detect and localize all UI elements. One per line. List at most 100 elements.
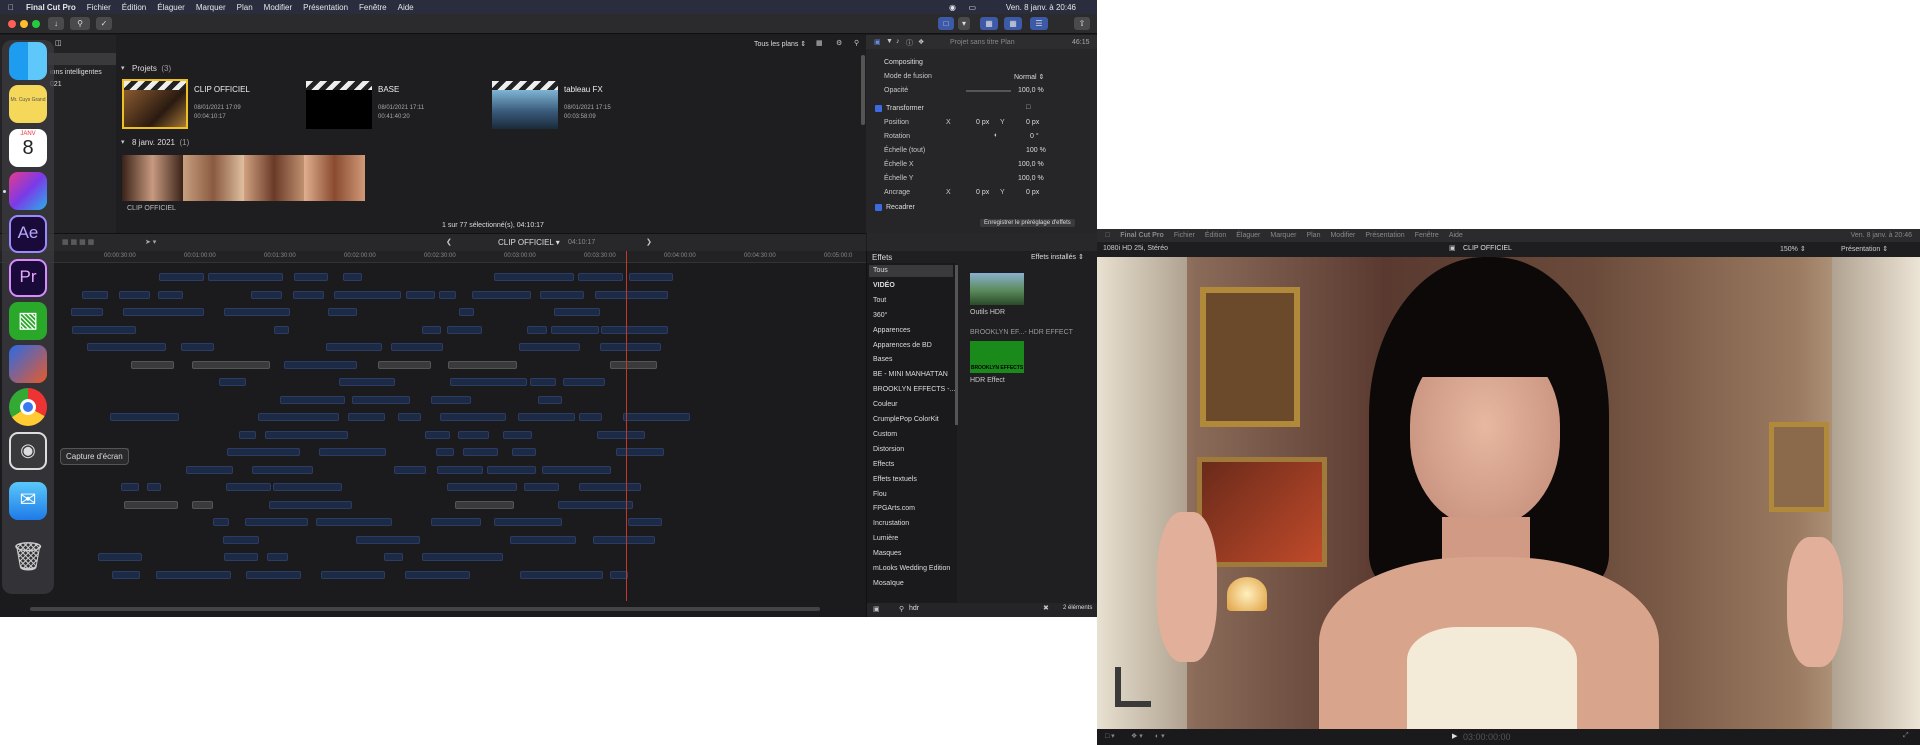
position-x-value[interactable]: 0 px [976, 119, 989, 126]
rotation-value[interactable]: 0 ° [1030, 133, 1039, 140]
timeline-clip[interactable] [279, 395, 346, 404]
sidebar-smart-collections[interactable]: ions intelligentes [50, 69, 102, 76]
menu-item-aide[interactable]: Aide [1449, 232, 1463, 239]
save-preset-button[interactable]: Enregistrer le préréglage d'effets [980, 219, 1075, 227]
effects-search-input[interactable]: hdr [909, 605, 919, 612]
timeline-clip[interactable] [319, 448, 386, 456]
scale-all-value[interactable]: 100 % [1026, 147, 1046, 154]
timeline-clip[interactable] [207, 273, 284, 281]
timeline-ruler[interactable]: 00:00:30:00 00:01:00:00 00:01:30:00 00:02:0… [0, 251, 866, 263]
timeline-clip[interactable] [284, 360, 357, 369]
menubar-clock[interactable]: Ven. 8 janv. à 20:46 [1851, 232, 1912, 239]
timeline-clip[interactable] [338, 378, 395, 386]
scale-y-value[interactable]: 100,0 % [1018, 175, 1044, 182]
timeline-clip[interactable] [458, 430, 490, 439]
timeline-clip[interactable] [191, 360, 270, 369]
crop-checkbox[interactable] [875, 204, 882, 211]
scale-x-value[interactable]: 100,0 % [1018, 161, 1044, 168]
timeline-clip[interactable] [459, 308, 474, 316]
menu-item-presentation[interactable]: Présentation [303, 3, 348, 12]
effects-installed-dropdown[interactable]: Effets installés ⇕ [1031, 253, 1084, 261]
menu-item-presentation[interactable]: Présentation [1365, 232, 1404, 239]
mail-icon[interactable]: ✉ [9, 482, 47, 520]
timeline-clip[interactable] [333, 290, 401, 299]
select-tool-icon[interactable]: ➤ ▾ [145, 238, 156, 246]
menu-item-fenetre[interactable]: Fenêtre [1415, 232, 1439, 239]
timeline-clip[interactable] [447, 483, 517, 491]
timeline-clip[interactable] [578, 413, 603, 421]
timeline-clip[interactable] [130, 360, 174, 369]
timeline-clip[interactable] [430, 395, 472, 404]
timeline-clip[interactable] [273, 325, 290, 334]
timeline-clip[interactable] [72, 325, 136, 334]
timeline-clip[interactable] [351, 395, 410, 404]
timeline-clip[interactable] [112, 570, 140, 579]
play-button[interactable]: ▶ [1452, 732, 1457, 740]
timeline-clip[interactable] [578, 273, 624, 281]
timeline-clip[interactable] [342, 273, 363, 281]
timeline-clip[interactable] [391, 343, 444, 351]
projects-disclosure-icon[interactable]: ▾ [121, 64, 125, 72]
timeline-clip[interactable] [394, 465, 427, 474]
timeline-clip[interactable] [600, 325, 668, 334]
timeline-clip[interactable] [227, 448, 301, 456]
timeline-clip[interactable] [595, 290, 668, 299]
timeline-toggle-button[interactable]: ▦ [1004, 17, 1022, 30]
effects-category-item[interactable]: Apparences de BD [873, 342, 932, 349]
timeline-clip[interactable] [519, 343, 580, 351]
timeline-clip[interactable] [97, 553, 143, 561]
blend-mode-dropdown[interactable]: Normal ⇕ [1014, 73, 1044, 81]
timeline-clip[interactable] [146, 483, 161, 491]
timeline-clip[interactable] [257, 413, 339, 421]
menu-item-edition[interactable]: Édition [122, 3, 146, 12]
opacity-slider[interactable] [966, 90, 1011, 92]
inspector-toggle-button[interactable]: ☰ [1030, 17, 1048, 30]
viewer-view-dropdown[interactable]: Présentation ⇕ [1841, 245, 1888, 253]
timeline-clip[interactable] [238, 430, 257, 439]
project-name[interactable]: BASE [378, 85, 399, 94]
project-thumbnail[interactable] [122, 79, 188, 129]
effects-category-item[interactable]: Tout [873, 297, 886, 304]
timeline-clip[interactable] [109, 413, 179, 421]
apple-icon[interactable]:  [1105, 232, 1110, 239]
timeline-clip[interactable] [439, 413, 506, 421]
effects-search-icon[interactable]: ⚲ [899, 605, 904, 613]
background-tasks-button[interactable]: ✓ [96, 17, 112, 30]
timeline-clip[interactable] [436, 465, 484, 474]
trash-icon[interactable]: 🗑 [9, 538, 47, 576]
app-rocket-icon[interactable] [9, 345, 47, 383]
timeline-clip[interactable] [158, 290, 183, 299]
date-disclosure-icon[interactable]: ▾ [121, 138, 125, 146]
timeline-clip[interactable] [87, 343, 167, 351]
menu-item-modifier[interactable]: Modifier [264, 3, 292, 12]
timeline-clip[interactable] [315, 518, 392, 526]
timeline-clip[interactable] [610, 360, 657, 369]
effects-category-item[interactable]: FPGArts.com [873, 505, 915, 512]
effect-label-hdr-effect[interactable]: HDR Effect [970, 377, 1005, 384]
rotation-dial-icon[interactable]: ◐ [994, 132, 998, 139]
timeline-clip[interactable] [538, 395, 562, 404]
effects-category-item[interactable]: mLooks Wedding Edition [873, 565, 950, 572]
timeline-clip[interactable] [192, 500, 213, 509]
menu-item-modifier[interactable]: Modifier [1330, 232, 1355, 239]
timeline-clip[interactable] [347, 413, 385, 421]
timeline-clip[interactable] [224, 553, 258, 561]
transform-tool-icon[interactable]: □ ▾ [1105, 732, 1115, 740]
timeline-area[interactable]: 00:00:30:00 00:01:00:00 00:01:30:00 00:02:0… [0, 251, 866, 617]
layout-button[interactable]: ▾ [958, 17, 970, 30]
calendar-icon[interactable]: JANV 8 [9, 129, 47, 167]
wifi-icon[interactable]: ◉ [949, 3, 956, 12]
crop-tool-icon[interactable]: ❖ ▾ [1131, 732, 1143, 740]
timeline-clip[interactable] [455, 500, 514, 509]
timeline-clip[interactable] [557, 500, 633, 509]
timeline-clip[interactable] [405, 290, 436, 299]
close-window-icon[interactable] [8, 20, 16, 28]
timeline-clip[interactable] [592, 535, 656, 544]
timeline-clip[interactable] [265, 430, 348, 439]
after-effects-icon[interactable]: Ae [9, 215, 47, 253]
clip-appearance-icon[interactable]: ▦ ▦ ▦ ▦ [62, 238, 94, 246]
keywords-button[interactable]: ⚲ [70, 17, 90, 30]
timeline-clip[interactable] [578, 483, 642, 491]
effects-category-item[interactable]: VIDÉO [873, 282, 895, 289]
video-inspector-icon[interactable]: ▣ [874, 38, 881, 46]
